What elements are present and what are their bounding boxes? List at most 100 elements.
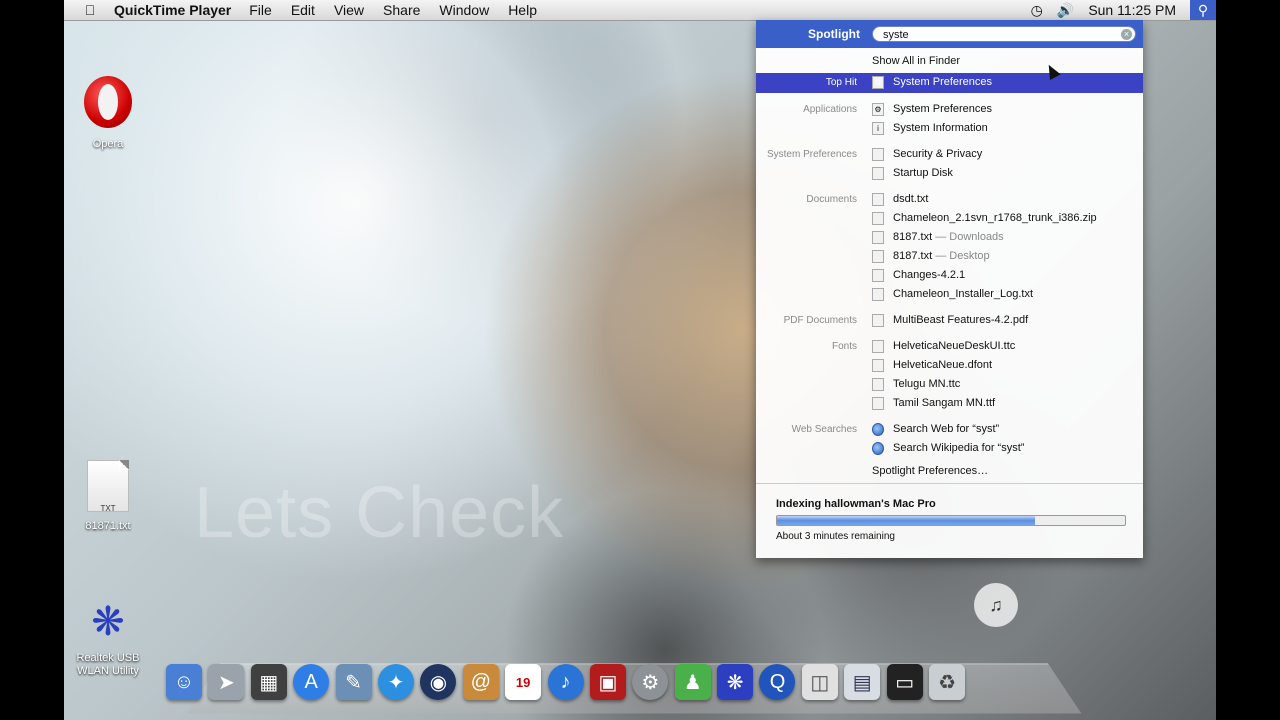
category-pdf-documents: PDF Documents (783, 315, 857, 326)
safari-icon[interactable]: ✦ (377, 664, 414, 700)
indexing-remaining: About 3 minutes remaining (776, 531, 895, 542)
indexing-progress-fill (777, 516, 1035, 525)
volume-icon[interactable]: 🔊 (1057, 2, 1074, 19)
divider (756, 483, 1143, 484)
result-item[interactable]: Changes-4.2.1 (872, 266, 965, 285)
text-document-icon: TXT (87, 460, 129, 513)
result-item[interactable]: MultiBeast Features-4.2.pdf (872, 311, 1028, 330)
realtek-icon[interactable]: ❋ (717, 664, 754, 700)
desktop-icon-realtek[interactable]: ❋ Realtek USB WLAN Utility (68, 596, 148, 678)
spotlight-menu: Spotlight syste × Show All in Finder Top… (756, 20, 1143, 558)
result-item[interactable]: 8187.txt — Downloads (872, 228, 1004, 247)
result-item[interactable]: HelveticaNeue.dfont (872, 356, 992, 375)
result-item[interactable]: Security & Privacy (872, 145, 982, 164)
apple-menu-icon[interactable]:  (80, 2, 100, 18)
result-item[interactable]: Search Wikipedia for “syst” (872, 439, 1024, 458)
menu-edit[interactable]: Edit (291, 2, 315, 18)
document-icon (872, 268, 884, 282)
top-hit-row[interactable]: Top Hit ⚙ System Preferences (756, 73, 1143, 93)
spotlight-search-field[interactable]: syste × (872, 26, 1136, 42)
pdf-icon (872, 313, 884, 327)
ical-icon[interactable]: 19 (505, 664, 542, 700)
document-icon (872, 287, 884, 301)
result-item[interactable]: HelveticaNeueDeskUI.ttc (872, 337, 1015, 356)
result-item[interactable]: Search Web for “syst” (872, 420, 999, 439)
opera-icon (84, 76, 132, 128)
time-machine-icon[interactable]: ◷ (1031, 2, 1043, 19)
clear-search-icon[interactable]: × (1121, 29, 1132, 40)
watermark-text: Lets Check (194, 473, 565, 553)
display-icon[interactable]: ▭ (886, 664, 923, 700)
quicktime-icon[interactable]: ◉ (420, 664, 457, 700)
show-all-in-finder[interactable]: Show All in Finder (872, 52, 960, 71)
finder-icon[interactable]: ☺ (166, 664, 202, 700)
spotlight-preferences-link[interactable]: Spotlight Preferences… (872, 462, 988, 481)
desktop-icon-label: 81871.txt (85, 520, 131, 532)
messenger-icon[interactable]: ♟ (674, 664, 711, 700)
clock[interactable]: Sun 11:25 PM (1088, 2, 1176, 18)
font-file-icon (872, 396, 884, 410)
category-top-hit: Top Hit (825, 77, 857, 88)
preference-pane-icon (872, 166, 884, 180)
system-preferences-icon[interactable]: ⚙ (632, 664, 669, 700)
system-preferences-icon: ⚙ (872, 75, 884, 89)
font-file-icon (872, 377, 884, 391)
archive-icon[interactable]: ◫ (801, 664, 838, 700)
app-icon: ⚙ (872, 102, 884, 116)
desktop-icon-label: Opera (92, 138, 124, 150)
result-item[interactable]: dsdt.txt (872, 190, 928, 209)
result-item[interactable]: i System Information (872, 119, 988, 138)
document-icon (872, 249, 884, 263)
result-item[interactable]: ⚙ System Preferences (872, 100, 992, 119)
menu-share[interactable]: Share (383, 2, 420, 18)
preference-pane-icon (872, 147, 884, 161)
itunes-icon[interactable]: ♪ (547, 664, 584, 700)
app-icon: i (872, 121, 884, 135)
app-store-icon[interactable]: A (293, 664, 330, 700)
menu-help[interactable]: Help (508, 2, 537, 18)
result-item[interactable]: Telugu MN.ttc (872, 375, 960, 394)
document-icon[interactable]: ▤ (844, 664, 881, 700)
result-item[interactable]: Chameleon_Installer_Log.txt (872, 285, 1033, 304)
menu-window[interactable]: Window (439, 2, 489, 18)
app-menu[interactable]: QuickTime Player (114, 2, 231, 18)
notification-badge-icon: ♫ (974, 583, 1018, 627)
globe-icon (872, 441, 884, 455)
desktop-icon-label: Realtek USB WLAN Utility (76, 652, 140, 677)
spotlight-header: Spotlight syste × (756, 20, 1143, 48)
realtek-crab-icon: ❋ (91, 600, 125, 644)
category-applications: Applications (803, 104, 857, 115)
category-fonts: Fonts (831, 341, 857, 352)
dock: ☺ ➤ ▦ A ✎ ✦ ◉ @ 19 ♪ ▣ ⚙ ♟ ❋ Q ◫ ▤ ▭ ♻ (166, 664, 971, 700)
indexing-title: Indexing hallowman's Mac Pro (776, 498, 936, 510)
result-item[interactable]: Startup Disk (872, 164, 953, 183)
preview-icon[interactable]: ✎ (335, 664, 372, 700)
desktop-icon-opera[interactable]: Opera (78, 76, 138, 150)
quicktime-blue-icon[interactable]: Q (759, 664, 796, 700)
menu-view[interactable]: View (334, 2, 364, 18)
category-documents: Documents (806, 194, 857, 205)
menu-bar:  QuickTime Player File Edit View Share … (64, 0, 1216, 21)
indexing-progress-bar (776, 515, 1126, 526)
result-item[interactable]: 8187.txt — Desktop (872, 247, 990, 266)
menu-file[interactable]: File (249, 2, 272, 18)
photo-icon[interactable]: ▣ (589, 664, 626, 700)
document-icon (872, 230, 884, 244)
address-book-icon[interactable]: @ (462, 664, 499, 700)
spotlight-search-icon[interactable]: ⚲ (1190, 0, 1216, 20)
photo-booth-icon[interactable]: ▦ (250, 664, 287, 700)
launchpad-icon[interactable]: ➤ (208, 664, 245, 700)
result-item[interactable]: Tamil Sangam MN.ttf (872, 394, 995, 413)
category-system-preferences: System Preferences (766, 149, 857, 160)
document-icon (872, 211, 884, 225)
search-query: syste (883, 29, 909, 41)
font-file-icon (872, 358, 884, 372)
spotlight-title: Spotlight (808, 27, 860, 41)
document-icon (872, 192, 884, 206)
result-item: ⚙ System Preferences (872, 73, 992, 92)
globe-icon (872, 422, 884, 436)
desktop-icon-txt[interactable]: TXT 81871.txt (78, 460, 138, 532)
result-item[interactable]: Chameleon_2.1svn_r1768_trunk_i386.zip (872, 209, 1097, 228)
trash-icon[interactable]: ♻ (929, 664, 966, 700)
font-file-icon (872, 339, 884, 353)
